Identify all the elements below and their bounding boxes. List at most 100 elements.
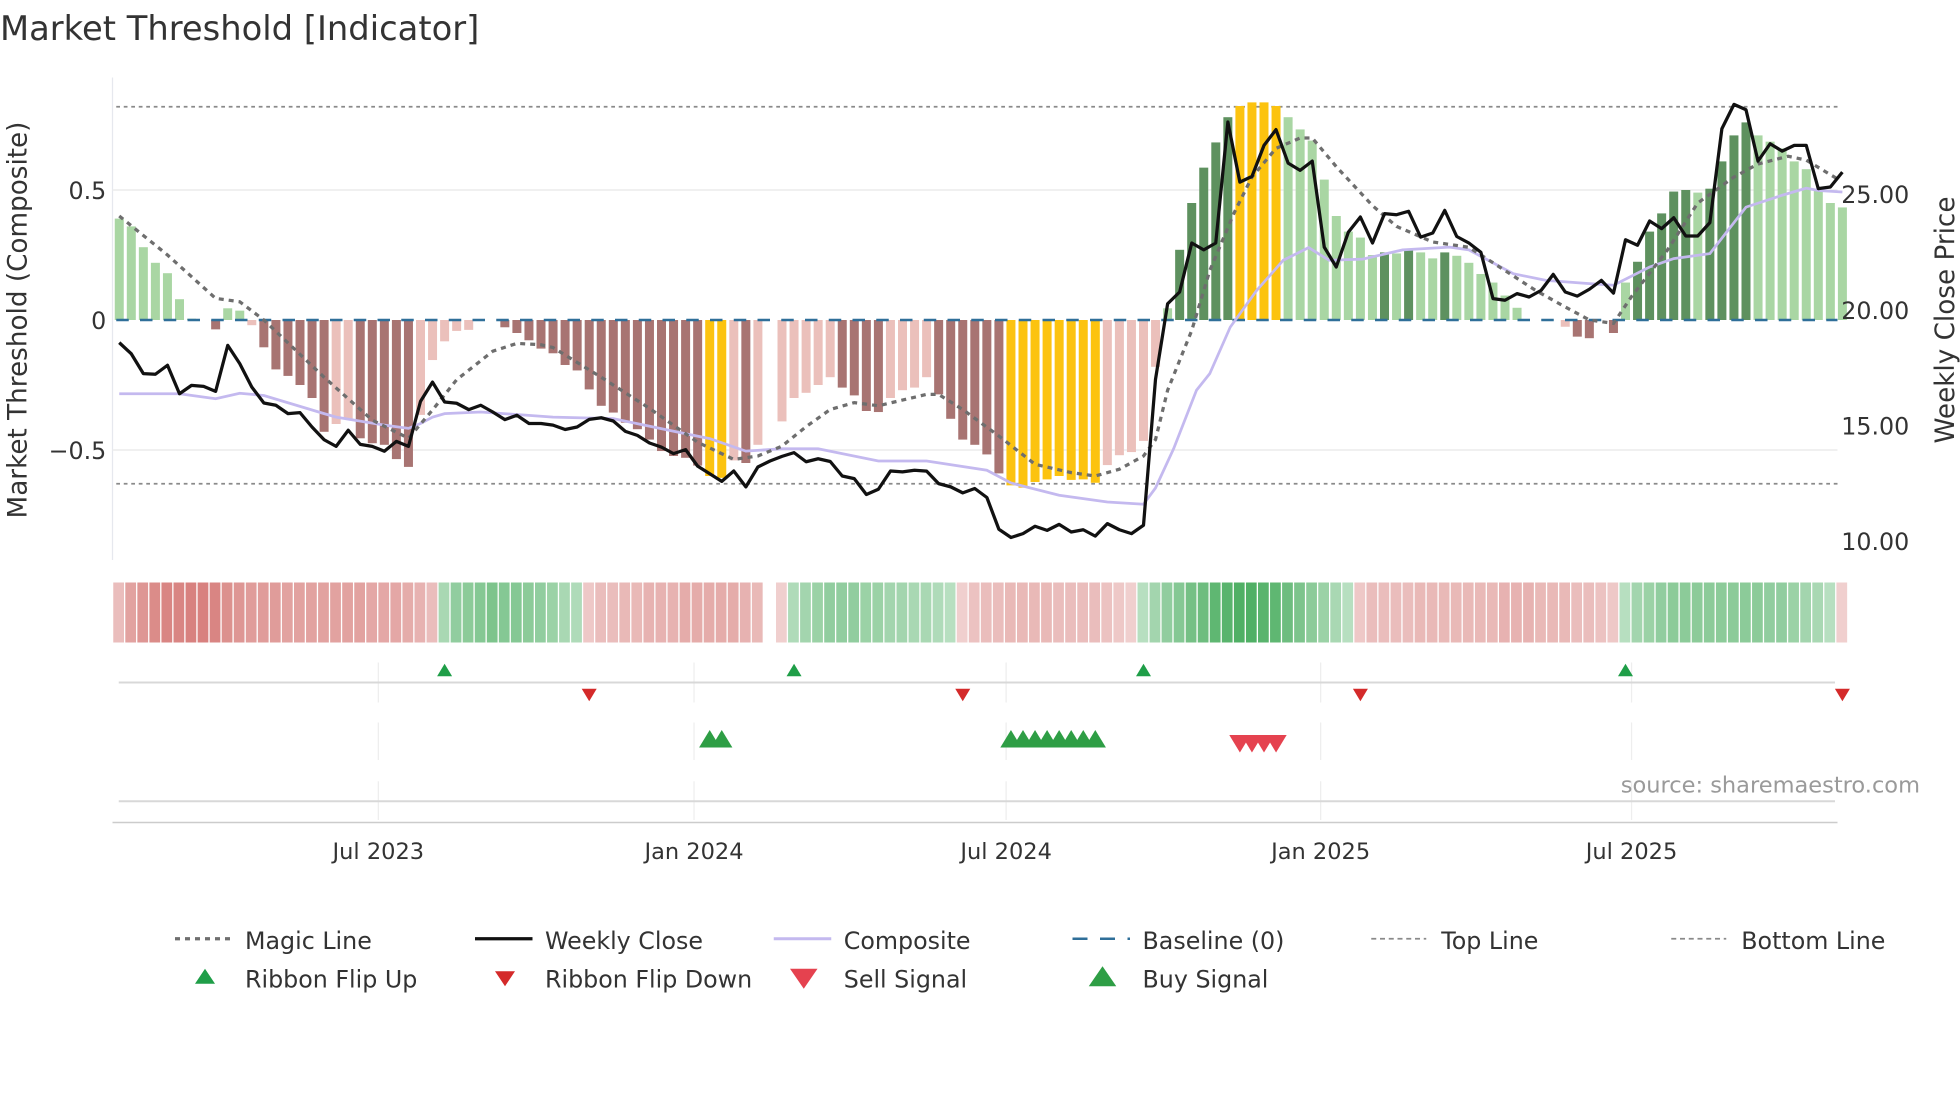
- composite-bar: [138, 247, 148, 320]
- x-tick-label: Jul 2023: [331, 839, 425, 865]
- ribbon-cell: [1161, 582, 1173, 643]
- ribbon-flip-down-marker: [1352, 688, 1368, 702]
- legend: Magic Line Weekly Close Composite Baseline …: [175, 927, 1885, 994]
- composite-bar: [428, 320, 438, 361]
- composite-bar: [1789, 161, 1799, 320]
- ribbon-cell: [269, 582, 281, 643]
- ribbon-cell: [1197, 582, 1209, 643]
- composite-bar: [1801, 169, 1811, 320]
- sell-signal-icon: [790, 968, 818, 989]
- ribbon-cell: [860, 582, 872, 643]
- legend-label: Ribbon Flip Up: [245, 966, 417, 994]
- composite-bar: [753, 320, 763, 445]
- ribbon-cell: [1414, 582, 1426, 643]
- legend-label: Sell Signal: [844, 966, 967, 994]
- ribbon-cell: [739, 582, 751, 643]
- ribbon-cell: [1342, 582, 1354, 643]
- ribbon-cell: [294, 582, 305, 643]
- y2-tick-label: 15.00: [1841, 412, 1909, 440]
- composite-bar: [789, 320, 799, 398]
- composite-bar: [1452, 255, 1462, 320]
- composite-bar: [982, 320, 992, 455]
- ribbon-cell: [1221, 582, 1233, 643]
- ribbon-cell: [751, 582, 763, 643]
- ribbon-cell: [1486, 582, 1498, 643]
- ribbon-cell: [1511, 582, 1522, 643]
- ribbon-cell: [920, 582, 932, 643]
- ribbon-cell: [1173, 582, 1185, 643]
- composite-bar: [898, 320, 908, 391]
- ribbon-cell: [1378, 582, 1390, 643]
- composite-bar: [1283, 117, 1293, 321]
- composite-bar: [632, 320, 642, 430]
- ribbon-cell: [1474, 582, 1486, 643]
- composite-bars: [114, 102, 1847, 488]
- composite-bar: [825, 320, 835, 378]
- ribbon-cell: [245, 582, 257, 643]
- y2-tick-label: 20.00: [1841, 297, 1909, 325]
- composite-bar: [126, 226, 136, 320]
- ribbon-cell: [1824, 582, 1836, 643]
- ribbon-cell: [1330, 582, 1342, 643]
- y-tick-label: 0: [91, 307, 106, 335]
- ribbon-cell: [1595, 582, 1607, 643]
- ribbon-cell: [824, 582, 835, 643]
- ribbon-cell: [908, 582, 920, 643]
- composite-bar: [994, 320, 1004, 474]
- ribbon-cell: [113, 582, 124, 643]
- composite-bar: [1042, 320, 1052, 480]
- composite-bar: [922, 320, 932, 378]
- ribbon-cell: [1089, 582, 1101, 643]
- composite-bar: [452, 320, 462, 331]
- composite-bar: [1681, 190, 1691, 320]
- composite-bar: [910, 320, 920, 388]
- composite-bar: [343, 320, 353, 419]
- ribbon-cell: [233, 582, 245, 643]
- ribbon-cell: [848, 582, 860, 643]
- ribbon-cell: [1667, 582, 1679, 643]
- ribbon-cell: [776, 582, 787, 643]
- ribbon-cell: [390, 582, 402, 643]
- ribbon-flip-up-marker: [1618, 663, 1633, 677]
- ribbon-cell: [1426, 582, 1438, 643]
- ribbon-cell: [161, 582, 173, 643]
- ribbon-cell: [318, 582, 329, 643]
- ribbon-cell: [1836, 582, 1848, 643]
- composite-bar: [1392, 253, 1402, 320]
- ribbon-flip-up-marker: [786, 663, 802, 677]
- composite-bar: [837, 320, 847, 388]
- ribbon-cell: [1065, 582, 1076, 643]
- ribbon-cell: [1523, 582, 1534, 643]
- composite-bar: [512, 320, 522, 333]
- legend-item-buy: Buy Signal: [1088, 966, 1268, 994]
- composite-bar: [211, 320, 221, 330]
- ribbon-cell: [498, 582, 510, 643]
- ribbon-cell: [1535, 582, 1546, 643]
- ribbon-cell: [1812, 582, 1824, 643]
- composite-bar: [584, 320, 594, 390]
- composite-bar: [331, 320, 341, 425]
- composite-bar: [644, 320, 654, 440]
- ribbon-cell: [980, 582, 992, 643]
- legend-label: Top Line: [1440, 927, 1538, 955]
- composite-bar: [524, 320, 534, 341]
- ribbon-cell: [571, 582, 582, 643]
- composite-bar: [235, 310, 245, 320]
- composite-bar: [705, 320, 715, 476]
- composite-bar: [1440, 252, 1450, 320]
- ribbon-cell: [1185, 582, 1197, 643]
- legend-item-flipdown: Ribbon Flip Down: [495, 966, 752, 994]
- ribbon-cell: [1270, 582, 1281, 643]
- ribbon-cell: [197, 582, 209, 643]
- composite-bar: [681, 320, 691, 458]
- composite-bar: [873, 320, 883, 413]
- composite-bar: [958, 320, 968, 440]
- ribbon-cell: [788, 582, 799, 643]
- ribbon-cell: [583, 582, 594, 643]
- ribbon-cell: [992, 582, 1004, 643]
- ribbon-cell: [1245, 582, 1257, 643]
- buy-signal-icon: [1088, 966, 1117, 987]
- ribbon-cell: [1655, 582, 1667, 643]
- ribbon-cell: [209, 582, 221, 643]
- ribbon-cell: [1101, 582, 1113, 643]
